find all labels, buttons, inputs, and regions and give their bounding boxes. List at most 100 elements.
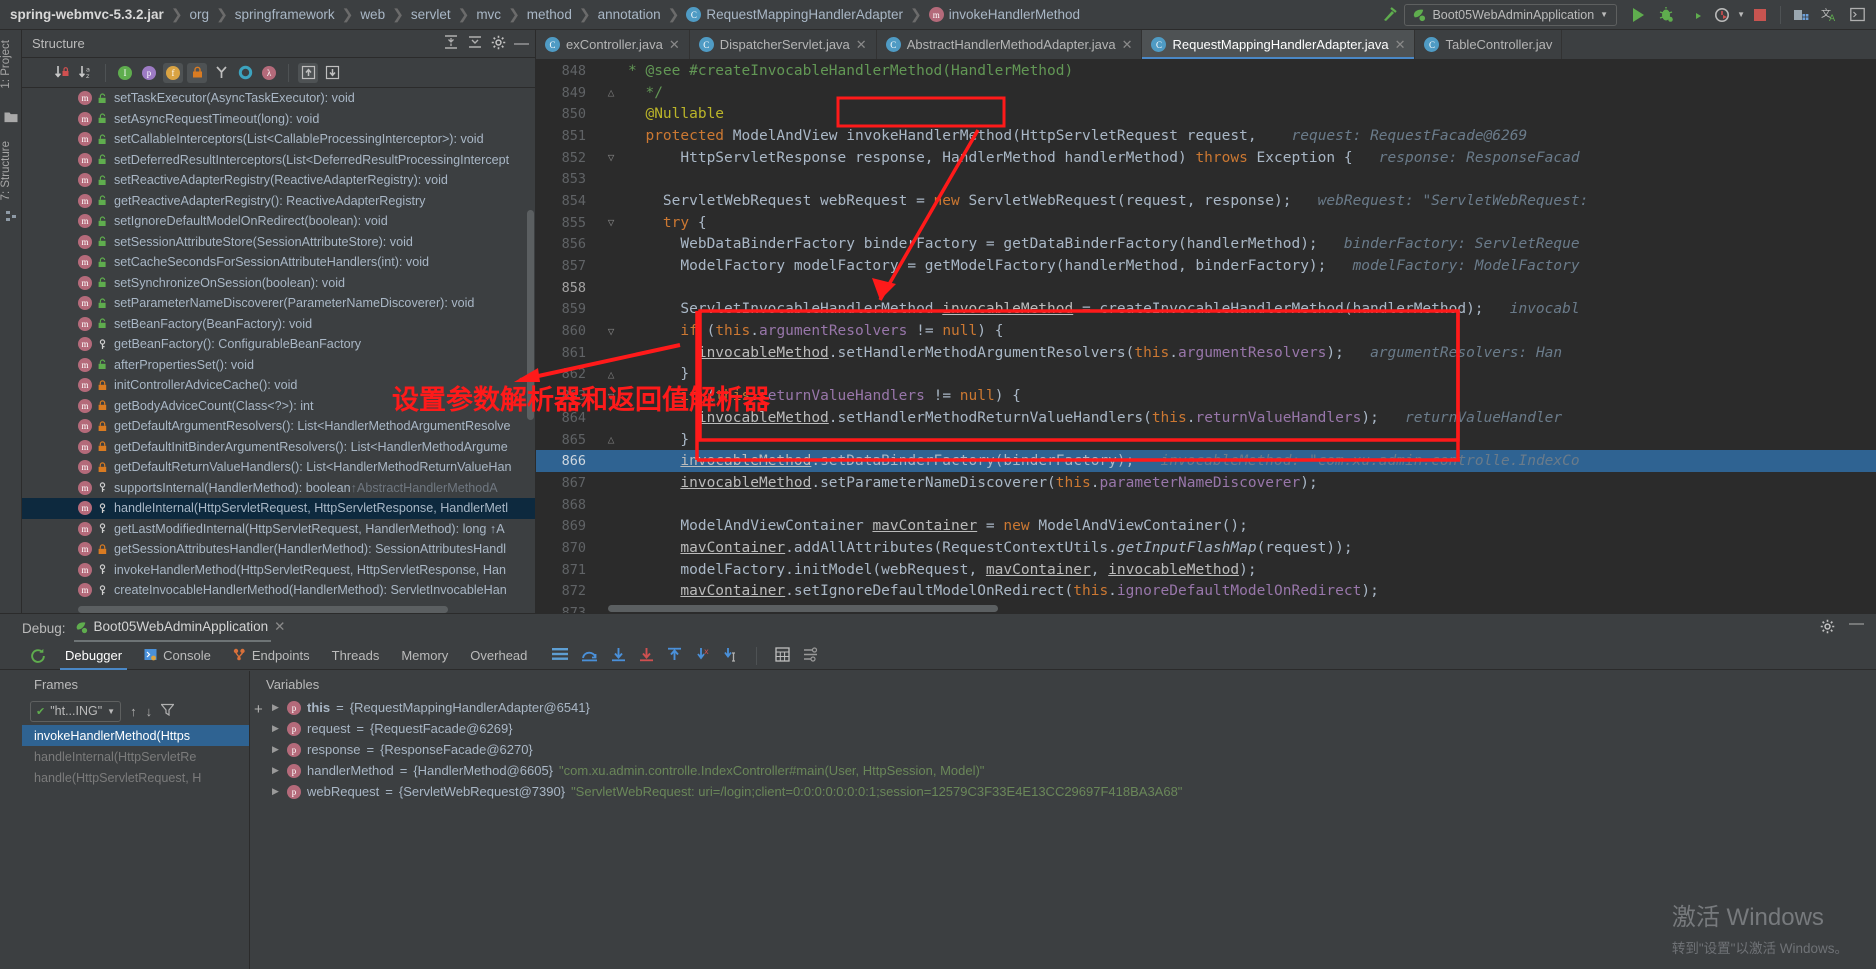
expand-arrow-icon[interactable]: ▶ [272, 786, 281, 797]
structure-item[interactable]: m setCacheSecondsForSessionAttributeHandl… [22, 252, 535, 273]
close-icon[interactable]: ✕ [856, 37, 867, 53]
debug-tab[interactable]: Threads [321, 642, 391, 670]
code-line[interactable]: 872 mavContainer.setIgnoreDefaultModelOn… [536, 581, 1876, 603]
close-icon[interactable]: ✕ [1395, 37, 1406, 53]
frame-list[interactable]: invokeHandlerMethod(Https handleInternal(… [22, 725, 249, 788]
code-line[interactable]: 855 ▽ try { [536, 212, 1876, 234]
breadcrumb-item-web[interactable]: web [360, 7, 385, 22]
collapse-panel-icon[interactable] [467, 34, 483, 53]
code-line[interactable]: 859 ServletInvocableHandlerMethod invoca… [536, 299, 1876, 321]
code-line[interactable]: 852 ▽ HttpServletResponse response, Handl… [536, 147, 1876, 169]
structure-item[interactable]: m getDefaultReturnValueHandlers(): List<H… [22, 457, 535, 478]
translate-icon[interactable]: 文A [1816, 3, 1842, 27]
breadcrumb-item-annotation[interactable]: annotation [598, 7, 661, 22]
sort-alphabetically-icon[interactable]: az [76, 63, 96, 83]
structure-tree[interactable]: m setTaskExecutor(AsyncTaskExecutor): voi… [22, 88, 535, 613]
code-line[interactable]: 865 △ } [536, 429, 1876, 451]
variable-row[interactable]: ▶ p webRequest = {ServletWebRequest@7390} "S… [250, 781, 1876, 802]
variable-row[interactable]: ▶ p this = {RequestMappingHandlerAdapter@654… [250, 697, 1876, 718]
add-watch-icon[interactable]: + [254, 701, 263, 718]
editor-horizontal-scrollbar[interactable] [608, 605, 998, 612]
terminal-icon[interactable] [1844, 3, 1870, 27]
structure-item[interactable]: m getLastModifiedInternal(HttpServletRequ… [22, 519, 535, 540]
frame-row[interactable]: invokeHandlerMethod(Https [22, 725, 249, 746]
editor-tab[interactable]: CexController.java ✕ [536, 30, 690, 59]
debug-tab[interactable]: Overhead [459, 642, 538, 670]
frame-row[interactable]: handleInternal(HttpServletRe [22, 746, 249, 767]
frame-down-icon[interactable]: ↓ [146, 704, 153, 719]
variable-row[interactable]: ▶ p response = {ResponseFacade@6270} [250, 739, 1876, 760]
run-button[interactable] [1625, 3, 1651, 27]
code-line[interactable]: 850 @Nullable [536, 103, 1876, 125]
restart-debug-icon[interactable] [22, 648, 54, 664]
expand-all-icon[interactable] [298, 62, 318, 83]
show-interfaces-icon[interactable] [235, 63, 255, 83]
structure-item[interactable]: m setDeferredResultInterceptors(List<Defe… [22, 150, 535, 171]
code-line[interactable]: 853 [536, 168, 1876, 190]
editor-tab[interactable]: C AbstractHandlerMethodAdapter.java ✕ [877, 30, 1143, 59]
expand-arrow-icon[interactable]: ▶ [272, 744, 281, 755]
code-line[interactable]: 854 ServletWebRequest webRequest = new S… [536, 190, 1876, 212]
show-lambdas-icon[interactable]: λ [259, 63, 279, 83]
code-line[interactable]: 849 △ */ [536, 82, 1876, 104]
expand-arrow-icon[interactable]: ▶ [272, 702, 281, 713]
structure-item[interactable]: m setCallableInterceptors(List<CallablePr… [22, 129, 535, 150]
fold-marker[interactable]: ▽ [598, 151, 624, 164]
show-fields-icon[interactable]: f [163, 62, 183, 83]
update-running-app-icon[interactable] [1788, 3, 1814, 27]
expand-arrow-icon[interactable]: ▶ [272, 765, 281, 776]
settings-gear-icon[interactable] [491, 35, 506, 53]
structure-item[interactable]: m setSynchronizeOnSession(boolean): void [22, 273, 535, 294]
structure-item[interactable]: m setIgnoreDefaultModelOnRedirect(boolean… [22, 211, 535, 232]
code-editor[interactable]: 848 * @see #createInvocableHandlerMethod(… [536, 60, 1876, 613]
fold-marker[interactable]: ▽ [598, 216, 624, 229]
editor-tab[interactable]: C TableController.jav [1415, 30, 1563, 59]
build-hammer-icon[interactable] [1376, 3, 1402, 27]
debug-tab[interactable]: Console [133, 642, 222, 670]
debug-tab[interactable]: Endpoints [222, 642, 321, 670]
structure-item[interactable]: m invokeHandlerMethod(HttpServletRequest,… [22, 560, 535, 581]
editor-tab[interactable]: C DispatcherServlet.java ✕ [690, 30, 877, 59]
run-with-coverage-button[interactable] [1681, 3, 1707, 27]
code-line[interactable]: 856 WebDataBinderFactory binderFactory =… [536, 234, 1876, 256]
structure-item[interactable]: m supportsInternal(HandlerMethod): boolea… [22, 478, 535, 499]
close-icon[interactable]: ✕ [669, 37, 680, 53]
settings-gear-icon[interactable] [1820, 619, 1835, 637]
breadcrumb-item-springframework[interactable]: springframework [235, 7, 335, 22]
frame-row[interactable]: handle(HttpServletRequest, H [22, 767, 249, 788]
code-line[interactable]: 867 invocableMethod.setParameterNameDisc… [536, 472, 1876, 494]
structure-item[interactable]: m setSessionAttributeStore(SessionAttribu… [22, 232, 535, 253]
code-line[interactable]: 866 invocableMethod.setDataBinderFactory… [536, 450, 1876, 473]
drop-frame-icon[interactable]: x [695, 647, 710, 665]
fold-marker[interactable]: ▽ [598, 325, 624, 338]
structure-item[interactable]: m getDefaultInitBinderArgumentResolvers()… [22, 437, 535, 458]
debug-tab[interactable]: Memory [390, 642, 459, 670]
evaluate-expression-icon[interactable] [775, 646, 791, 665]
show-non-public-icon[interactable] [187, 62, 207, 83]
breadcrumb-item-mvc[interactable]: mvc [476, 7, 501, 22]
code-line[interactable]: 869 ModelAndViewContainer mavContainer =… [536, 515, 1876, 537]
variable-row[interactable]: ▶ p handlerMethod = {HandlerMethod@6605} "co… [250, 760, 1876, 781]
code-line[interactable]: 860 ▽ if (this.argumentResolvers != null)… [536, 320, 1876, 342]
structure-item[interactable]: m createInvocableHandlerMethod(HandlerMet… [22, 580, 535, 601]
hide-panel-icon[interactable]: — [514, 36, 529, 51]
debug-button[interactable] [1653, 3, 1679, 27]
code-line[interactable]: 868 [536, 494, 1876, 516]
frame-up-icon[interactable]: ↑ [130, 704, 137, 719]
expand-collapse-icon[interactable] [443, 34, 459, 53]
thread-selector[interactable]: ✔ "ht...ING" ▼ [30, 700, 122, 722]
code-line[interactable]: 871 modelFactory.initModel(webRequest, m… [536, 559, 1876, 581]
hide-panel-icon[interactable]: — [1849, 616, 1864, 637]
profile-button[interactable] [1709, 3, 1735, 27]
code-line[interactable]: 857 ModelFactory modelFactory = getModel… [536, 255, 1876, 277]
structure-item[interactable]: m handleInternal(HttpServletRequest, Http… [22, 498, 535, 519]
structure-item[interactable]: m setAsyncRequestTimeout(long): void [22, 109, 535, 130]
variable-row[interactable]: ▶ p request = {RequestFacade@6269} [250, 718, 1876, 739]
sort-by-visibility-icon[interactable] [52, 63, 72, 83]
expand-arrow-icon[interactable]: ▶ [272, 723, 281, 734]
breadcrumb-item-class[interactable]: C RequestMappingHandlerAdapter [686, 7, 903, 22]
chevron-down-icon[interactable]: ▼ [1737, 10, 1745, 19]
step-into-icon[interactable] [611, 647, 626, 665]
structure-item[interactable]: m getReactiveAdapterRegistry(): ReactiveA… [22, 191, 535, 212]
structure-item[interactable]: m setTaskExecutor(AsyncTaskExecutor): voi… [22, 88, 535, 109]
